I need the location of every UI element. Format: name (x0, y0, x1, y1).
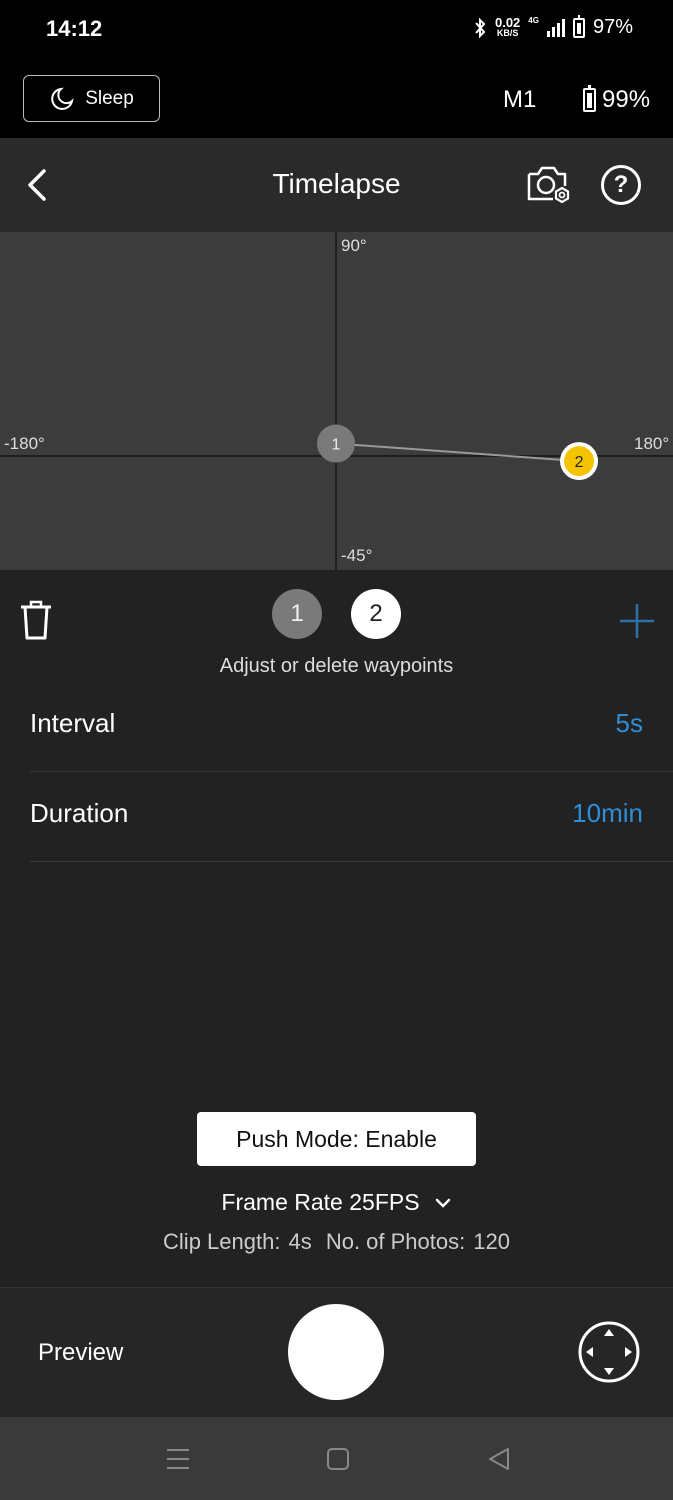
graph-waypoint-2[interactable]: 2 (560, 442, 599, 481)
gimbal-battery-text: 99% (602, 86, 651, 113)
phone-battery-icon (572, 14, 585, 38)
photos-label: No. of Photos: (325, 1229, 466, 1254)
net-speed: 0.02 KB/S (494, 14, 521, 38)
push-mode-button[interactable]: Push Mode: Enable (197, 1112, 476, 1166)
graph-top-label: 90° (341, 236, 367, 255)
menu-icon[interactable] (165, 1446, 191, 1472)
waypoint-graph[interactable]: 12 90° -45° -180° 180° (0, 232, 673, 570)
joystick-icon[interactable] (577, 1320, 641, 1384)
bluetooth-icon (475, 17, 486, 38)
frame-rate-label: Frame Rate 25FPS (221, 1189, 420, 1215)
status-time: 14:12 (46, 16, 103, 41)
gimbal-battery-icon (583, 85, 596, 112)
shutter-button[interactable] (288, 1304, 384, 1400)
home-icon[interactable] (326, 1447, 350, 1471)
waypoint-2-button[interactable]: 2 (351, 589, 401, 639)
graph-waypoint-label: 2 (575, 454, 584, 471)
sleep-label: Sleep (85, 87, 134, 109)
clip-length-value: 4s (288, 1229, 312, 1254)
duration-row[interactable]: Duration 10min (30, 772, 673, 862)
duration-value[interactable]: 10min (572, 798, 643, 829)
interval-row[interactable]: Interval 5s (30, 682, 673, 772)
graph-bottom-label: -45° (341, 546, 373, 565)
graph-waypoint-1[interactable]: 1 (317, 424, 355, 463)
moon-icon (51, 87, 74, 110)
waypoint-1-button[interactable]: 1 (272, 589, 322, 639)
clip-info: Clip Length: 4s No. of Photos: 120 (0, 1229, 673, 1255)
signal-icon (546, 18, 565, 37)
sleep-button[interactable]: Sleep (23, 75, 160, 122)
question-icon: ? (613, 171, 629, 198)
help-button[interactable]: ? (601, 165, 641, 205)
trash-icon[interactable] (18, 599, 54, 641)
graph-canvas: 12 (0, 232, 673, 570)
photos-value: 120 (473, 1229, 510, 1254)
status-icons: 0.02 KB/S 4G 97% (473, 14, 633, 39)
preview-button[interactable]: Preview (38, 1339, 123, 1367)
net-speed-value: 0.02 (494, 14, 521, 30)
duration-label: Duration (30, 798, 129, 828)
device-name: M1 (503, 86, 537, 113)
phone-battery-text: 97% (592, 16, 633, 38)
graph-right-label: 180° (634, 434, 670, 453)
add-waypoint-icon[interactable] (618, 602, 656, 640)
chevron-down-icon (435, 1198, 450, 1208)
waypoint-hint: Adjust or delete waypoints (219, 655, 454, 677)
graph-waypoint-label: 1 (332, 437, 341, 454)
network-type: 4G (528, 16, 539, 25)
frame-rate-selector[interactable]: Frame Rate 25FPS (0, 1189, 673, 1216)
interval-label: Interval (30, 708, 116, 738)
waypoint-path (335, 442, 580, 463)
interval-value[interactable]: 5s (616, 708, 643, 739)
clip-length-label: Clip Length: (163, 1229, 281, 1254)
back-nav-icon[interactable] (487, 1447, 511, 1471)
gimbal-battery: 99% (583, 85, 651, 114)
graph-left-label: -180° (4, 434, 45, 453)
camera-settings-icon[interactable] (525, 162, 573, 206)
net-speed-unit: KB/S (496, 27, 519, 38)
